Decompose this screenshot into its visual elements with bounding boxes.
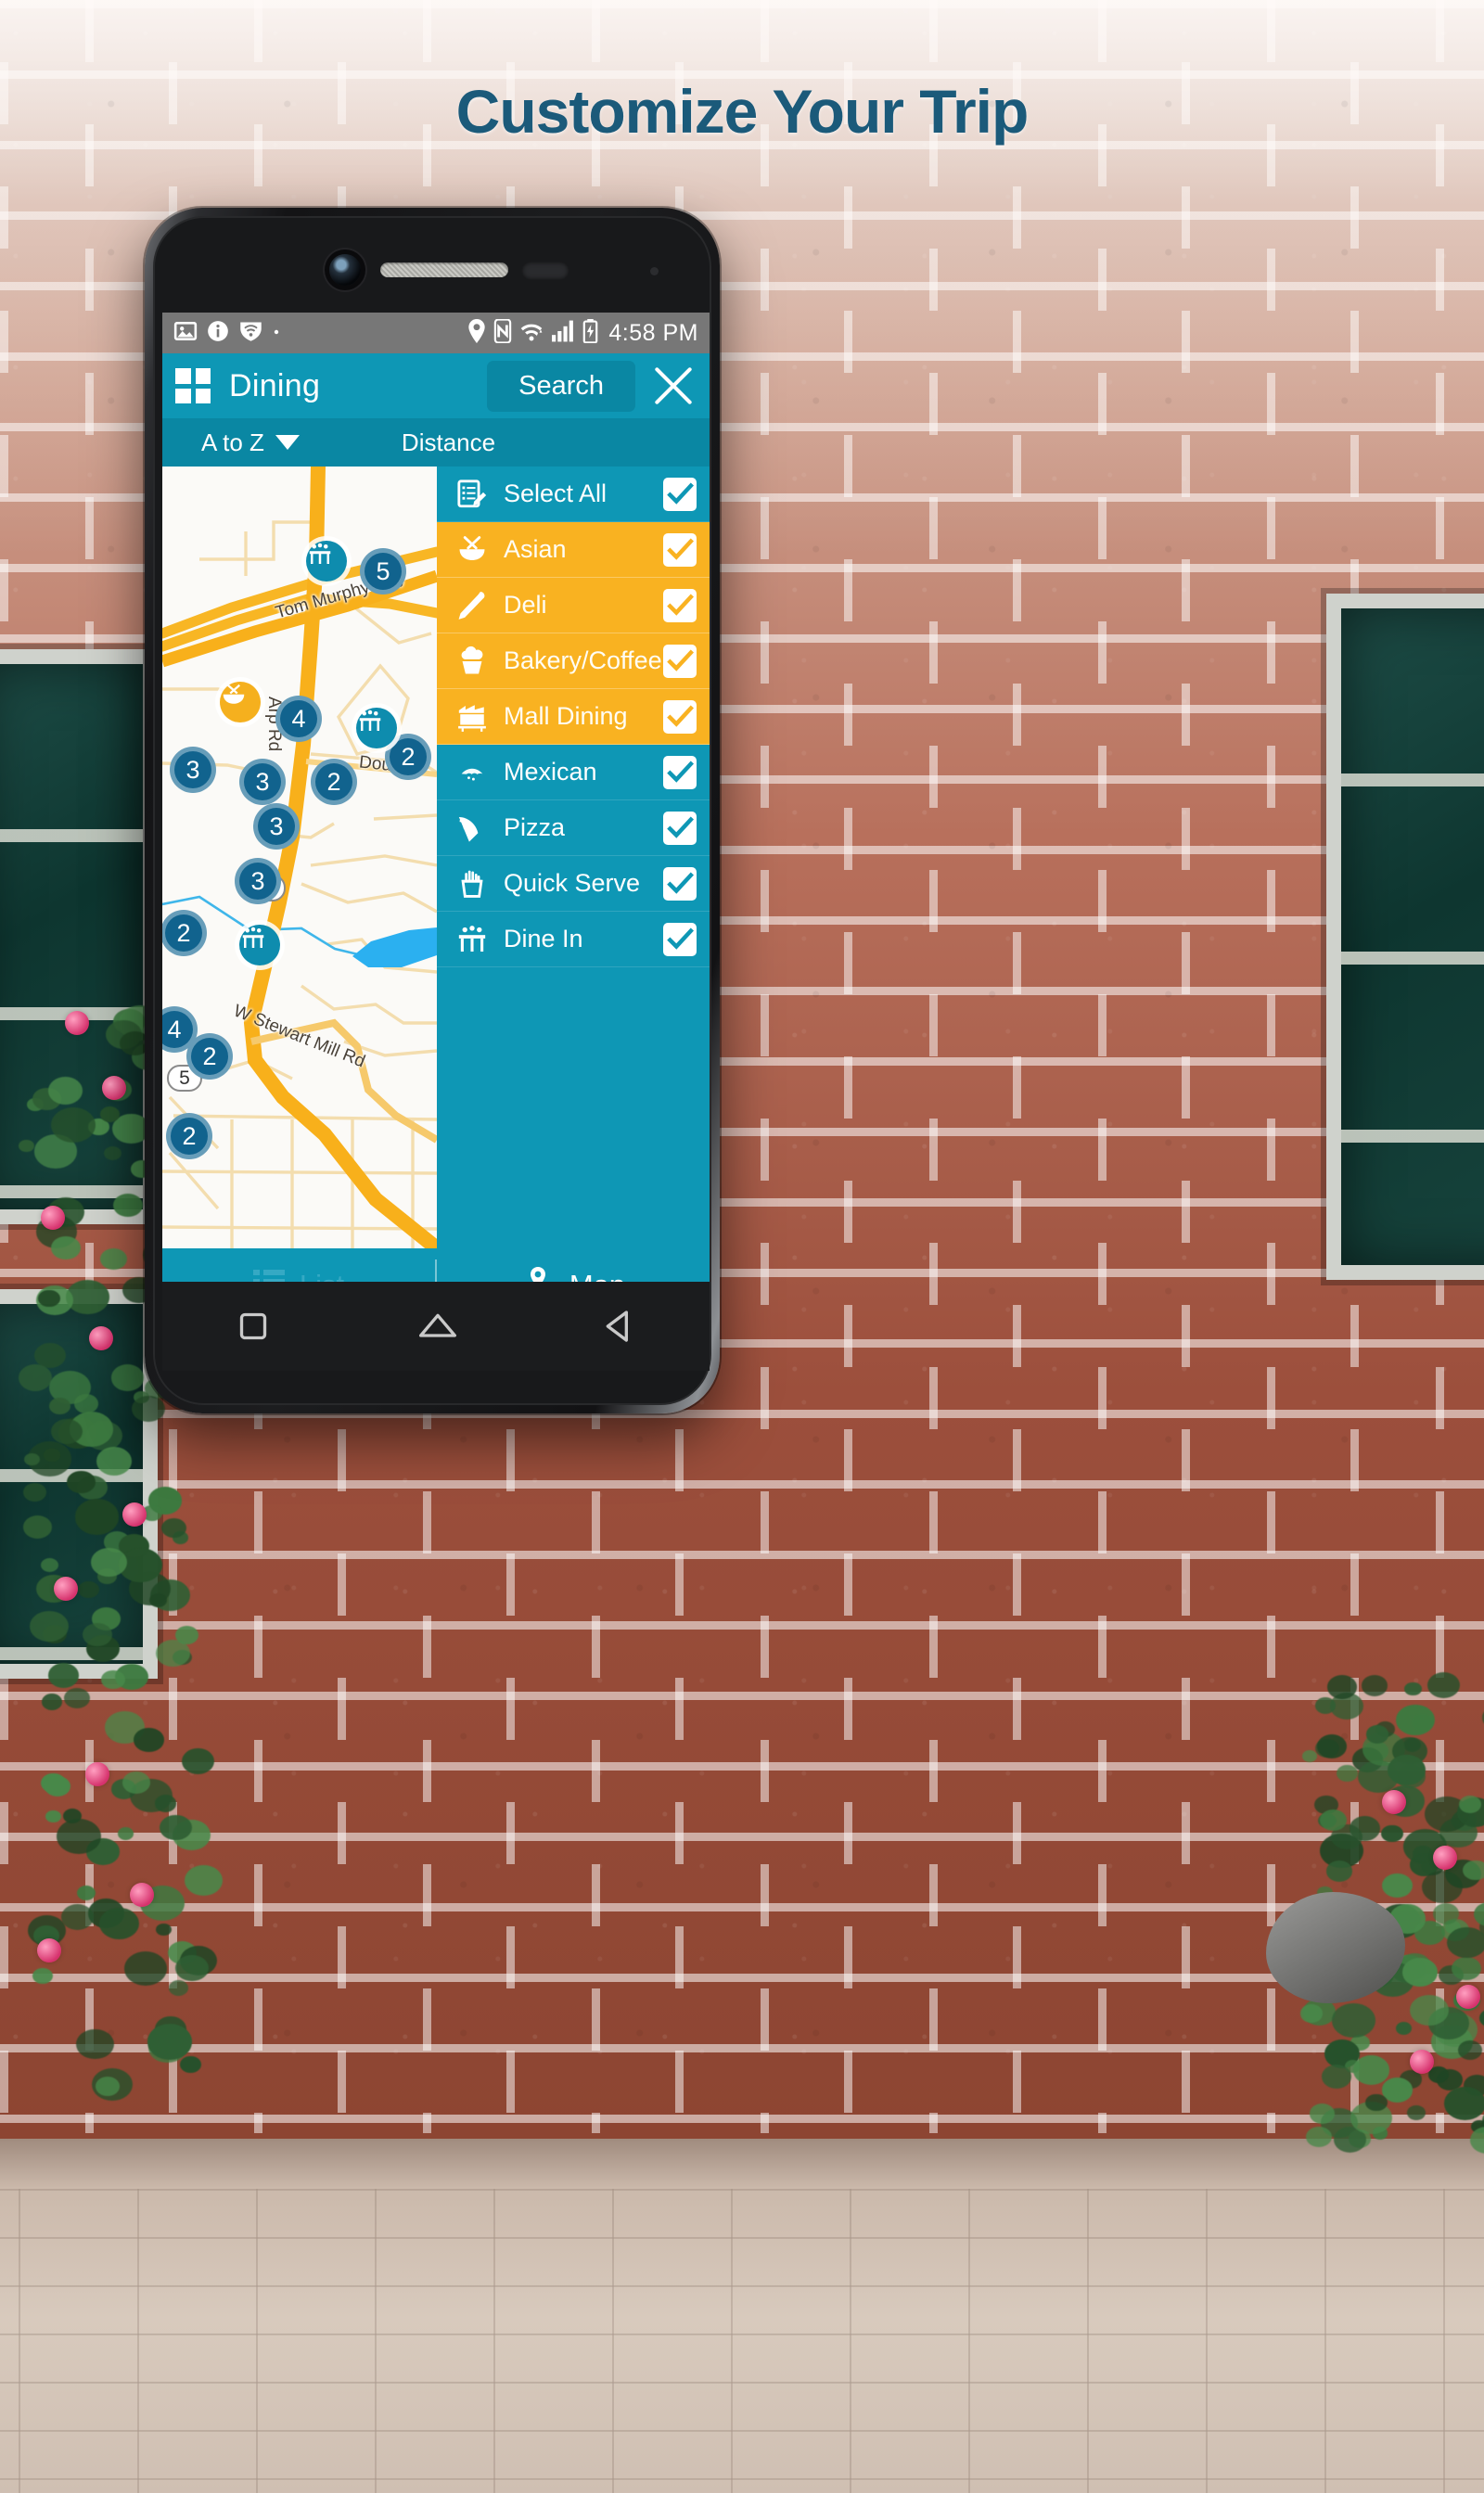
filter-checkbox[interactable] <box>663 589 697 622</box>
map-pin-icon <box>521 1266 555 1282</box>
sort-a-to-z[interactable]: A to Z <box>201 428 300 457</box>
dining-table-icon <box>452 924 493 955</box>
content-area: Tom Murphy Fwy Arp Rd Douglas W Stewart … <box>162 467 710 1248</box>
status-bar-time: 4:58 PM <box>608 320 698 347</box>
battery-charging-icon <box>582 319 598 348</box>
proximity-sensor <box>521 262 569 280</box>
grid-icon[interactable] <box>175 368 211 403</box>
map-cluster-marker[interactable]: 5 <box>360 548 406 594</box>
filter-row-select-all[interactable]: Select All <box>437 467 710 522</box>
pavement-joints <box>0 2189 1484 2493</box>
map-cluster-marker[interactable]: 2 <box>311 759 357 805</box>
home-icon[interactable] <box>417 1308 454 1345</box>
filter-row-mexican[interactable]: Mexican <box>437 745 710 800</box>
filter-row-deli[interactable]: Deli <box>437 578 710 633</box>
bottom-tab-bar: List Map <box>162 1248 710 1282</box>
sort-a-to-z-label: A to Z <box>201 428 264 457</box>
filter-checkbox[interactable] <box>663 812 697 845</box>
app-title: Dining <box>229 368 320 404</box>
map-view[interactable]: Tom Murphy Fwy Arp Rd Douglas W Stewart … <box>162 467 437 1248</box>
filter-row-mall-dining[interactable]: MALL Mall Dining <box>437 689 710 745</box>
image-icon <box>173 319 198 348</box>
tab-map[interactable]: Map <box>437 1248 710 1282</box>
chevron-down-icon <box>275 435 300 450</box>
window-right <box>1326 594 1484 1280</box>
close-icon[interactable] <box>650 363 697 409</box>
map-cluster-marker[interactable]: 3 <box>239 759 286 805</box>
filter-label: Quick Serve <box>504 869 663 898</box>
page-title: Customize Your Trip <box>0 76 1484 147</box>
svg-text:MALL: MALL <box>467 717 479 722</box>
mall-icon: MALL <box>452 701 493 733</box>
search-button[interactable]: Search <box>487 361 635 412</box>
filter-checkbox[interactable] <box>663 700 697 734</box>
phone-screen: 4:58 PM Dining Search A to Z Distance To… <box>162 313 710 1282</box>
map-cluster-marker[interactable]: 4 <box>275 696 322 742</box>
wifi-icon <box>518 320 544 347</box>
filter-row-dine-in[interactable]: Dine In <box>437 912 710 967</box>
nfc-icon <box>493 319 512 348</box>
filter-checkbox[interactable] <box>663 923 697 956</box>
location-pin-icon <box>467 319 487 348</box>
earpiece-speaker <box>380 262 508 277</box>
back-triangle-icon[interactable] <box>600 1308 637 1345</box>
light-sensor <box>650 267 659 275</box>
wifi-shield-icon <box>238 318 263 348</box>
filter-label: Mexican <box>504 758 663 786</box>
pizza-slice-icon <box>452 812 493 844</box>
filter-checkbox[interactable] <box>663 478 697 511</box>
dot-icon <box>272 325 281 341</box>
sort-bar: A to Z Distance <box>162 418 710 467</box>
signal-bars-icon <box>551 320 576 347</box>
filter-checkbox[interactable] <box>663 867 697 901</box>
phone-mockup: 4:58 PM Dining Search A to Z Distance To… <box>145 208 720 1413</box>
filter-label: Asian <box>504 535 663 564</box>
taco-icon <box>452 757 493 788</box>
recents-square-icon[interactable] <box>235 1308 272 1345</box>
app-bar: Dining Search <box>162 353 710 418</box>
cupcake-icon <box>452 646 493 677</box>
filter-checkbox[interactable] <box>663 533 697 567</box>
map-poi-marker[interactable] <box>306 541 347 582</box>
filter-label: Deli <box>504 591 663 620</box>
info-icon <box>206 319 230 348</box>
front-camera <box>329 254 361 286</box>
filter-row-pizza[interactable]: Pizza <box>437 800 710 856</box>
sandwich-icon <box>452 590 493 621</box>
map-cluster-marker[interactable]: 2 <box>162 910 207 956</box>
map-poi-marker[interactable] <box>356 708 397 748</box>
filter-row-quick-serve[interactable]: Quick Serve <box>437 856 710 912</box>
tab-list[interactable]: List <box>162 1248 435 1282</box>
map-cluster-marker[interactable]: 2 <box>186 1033 233 1080</box>
sort-distance[interactable]: Distance <box>402 428 495 457</box>
filter-row-bakery-coffee[interactable]: Bakery/Coffee <box>437 633 710 689</box>
map-poi-marker[interactable] <box>220 682 261 722</box>
fries-icon <box>452 868 493 900</box>
noodle-bowl-icon <box>452 534 493 566</box>
status-bar: 4:58 PM <box>162 313 710 353</box>
filter-checkbox[interactable] <box>663 645 697 678</box>
map-cluster-marker[interactable]: 2 <box>166 1113 212 1159</box>
tab-list-label: List <box>300 1269 344 1282</box>
list-icon <box>253 1269 285 1282</box>
filter-label: Mall Dining <box>504 702 663 731</box>
filter-row-asian[interactable]: Asian <box>437 522 710 578</box>
map-cluster-marker[interactable]: 3 <box>253 803 300 850</box>
filter-label: Pizza <box>504 813 663 842</box>
map-cluster-marker[interactable]: 3 <box>170 747 216 793</box>
filter-label: Select All <box>504 479 663 508</box>
filter-checkbox[interactable] <box>663 756 697 789</box>
filter-label: Bakery/Coffee <box>504 646 663 675</box>
map-poi-marker[interactable] <box>239 925 280 965</box>
filter-label: Dine In <box>504 925 663 953</box>
map-cluster-marker[interactable]: 3 <box>235 858 281 904</box>
android-nav-bar <box>162 1282 710 1371</box>
tab-map-label: Map <box>569 1269 625 1282</box>
filter-panel: Select All Asian Deli Bakery/Coffee MALL Mall… <box>437 467 710 1248</box>
list-edit-icon <box>452 479 493 510</box>
